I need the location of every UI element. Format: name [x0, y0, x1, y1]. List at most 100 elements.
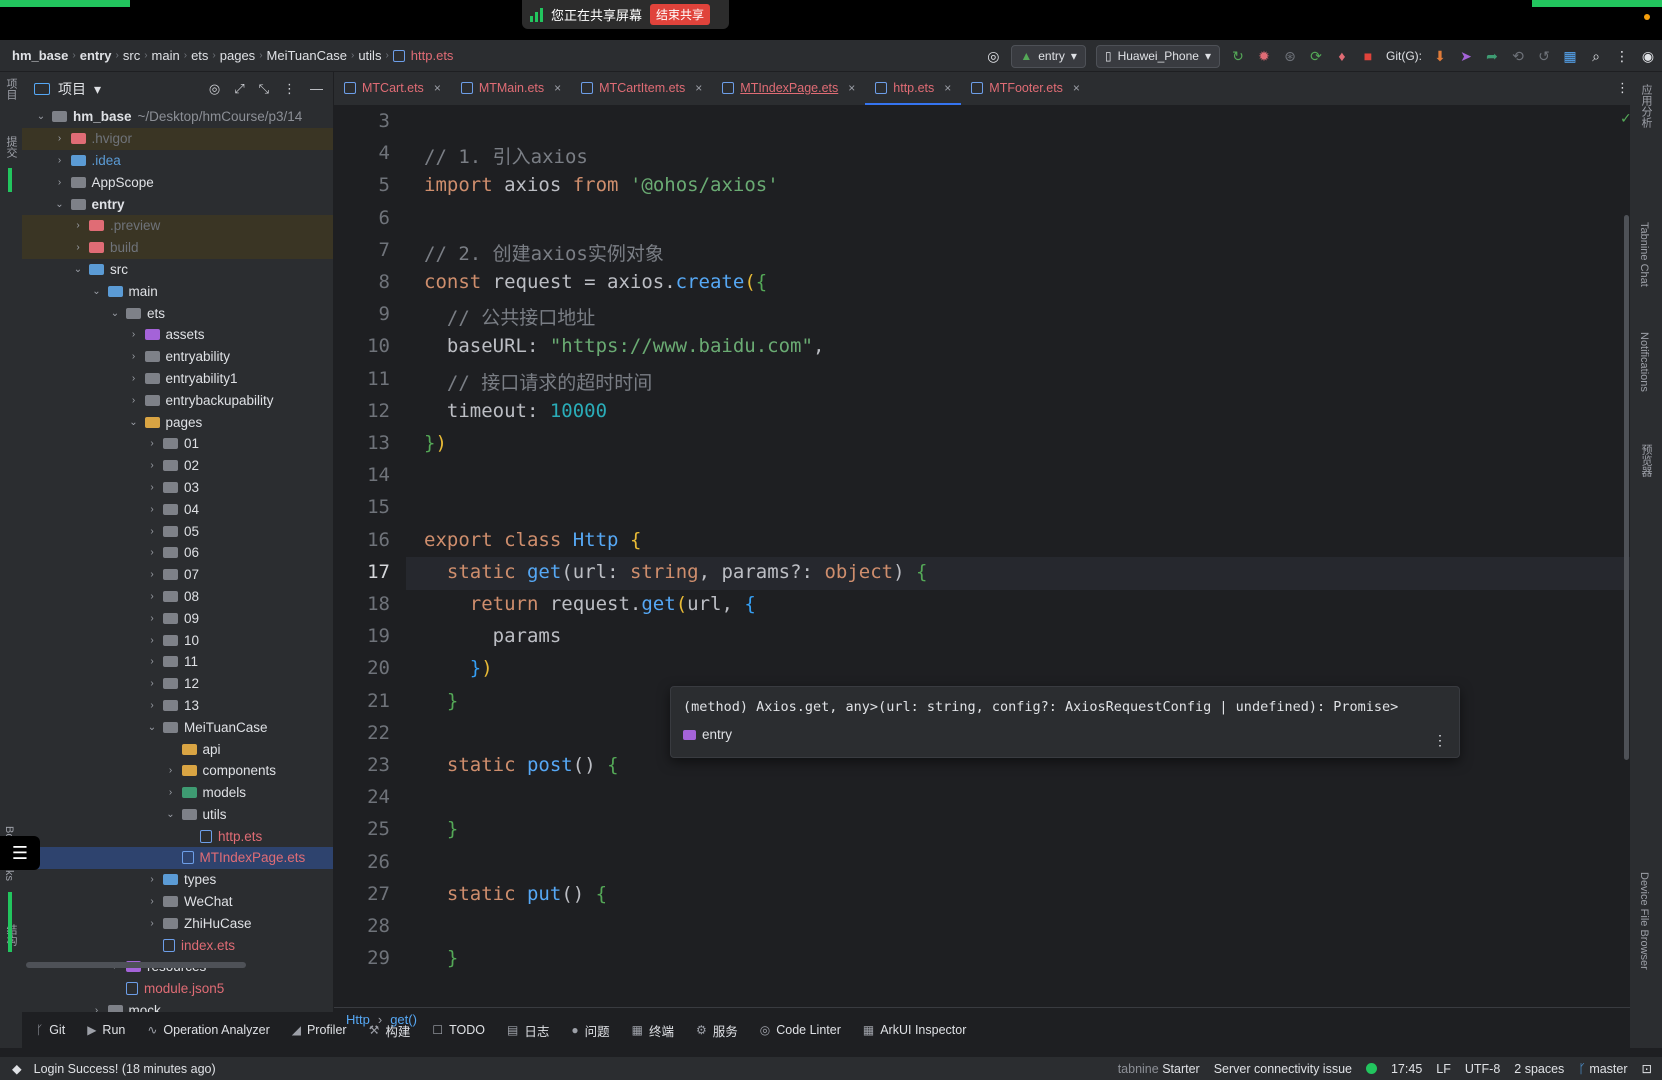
crumb-4[interactable]: ets: [191, 48, 208, 63]
chevron-right-icon[interactable]: ›: [71, 220, 85, 231]
device-select[interactable]: ▯ Huawei_Phone ▾: [1095, 44, 1220, 68]
structure-list-icon[interactable]: ☰: [0, 836, 40, 870]
git-commit-icon[interactable]: ➤: [1458, 48, 1474, 64]
chevron-right-icon[interactable]: ›: [145, 547, 159, 558]
chevron-right-icon[interactable]: ›: [145, 656, 159, 667]
rollback-icon[interactable]: ↺: [1536, 48, 1552, 64]
chevron-right-icon[interactable]: ›: [145, 613, 159, 624]
lock-icon[interactable]: ⊡: [1642, 1061, 1652, 1076]
stop-icon[interactable]: ■: [1360, 48, 1376, 64]
options-icon[interactable]: ⋮: [283, 81, 296, 97]
chevron-down-icon[interactable]: ⌄: [127, 417, 141, 428]
git-update-icon[interactable]: ⬇: [1432, 48, 1448, 64]
run-config-select[interactable]: ▲ entry ▾: [1011, 44, 1086, 68]
tree-item[interactable]: › components: [22, 760, 333, 782]
stop-share-button[interactable]: 结束共享: [650, 4, 711, 25]
tool-window-button[interactable]: ⚒ 构建: [369, 1021, 411, 1040]
tree-item[interactable]: ⌄ utils: [22, 804, 333, 826]
layout-icon[interactable]: ▦: [1562, 48, 1578, 64]
chevron-right-icon[interactable]: ›: [164, 765, 178, 776]
crumb-6[interactable]: MeiTuanCase: [267, 48, 347, 63]
chevron-right-icon[interactable]: ›: [145, 896, 159, 907]
tree-item[interactable]: › entryability1: [22, 368, 333, 390]
commit-tool-tab[interactable]: 提交: [3, 136, 19, 158]
chevron-right-icon[interactable]: ›: [71, 242, 85, 253]
tree-item[interactable]: › 07: [22, 564, 333, 586]
tool-window-button[interactable]: ◎ Code Linter: [760, 1023, 841, 1037]
crumb-current-file[interactable]: http.ets: [411, 48, 454, 63]
tree-item[interactable]: › 12: [22, 673, 333, 695]
tree-item[interactable]: › 01: [22, 433, 333, 455]
tool-window-button[interactable]: ● 问题: [571, 1021, 609, 1040]
tree-item[interactable]: › 08: [22, 586, 333, 608]
target-icon[interactable]: ◎: [985, 48, 1001, 64]
search-icon[interactable]: ⌕: [1588, 48, 1604, 64]
tree-item[interactable]: › entrybackupability: [22, 389, 333, 411]
crumb-1[interactable]: entry: [80, 48, 112, 63]
chevron-right-icon[interactable]: ›: [145, 918, 159, 929]
tree-item[interactable]: › types: [22, 869, 333, 891]
tree-item[interactable]: › 09: [22, 607, 333, 629]
editor-tab[interactable]: MTMain.ets ×: [451, 71, 571, 105]
tree-item[interactable]: › .idea: [22, 150, 333, 172]
profiler-icon[interactable]: ♦: [1334, 48, 1350, 64]
tree-item[interactable]: › 02: [22, 455, 333, 477]
chevron-right-icon[interactable]: ›: [127, 329, 141, 340]
tool-window-button[interactable]: ▤ 日志: [507, 1021, 549, 1040]
tool-window-button[interactable]: ◢ Profiler: [292, 1023, 347, 1037]
project-tool-tab[interactable]: 项目: [3, 78, 19, 100]
locate-icon[interactable]: ◎: [209, 81, 220, 97]
app-analysis-tool-tab[interactable]: 应用分析: [1638, 84, 1654, 128]
tree-item[interactable]: › AppScope: [22, 171, 333, 193]
crumb-2[interactable]: src: [123, 48, 140, 63]
chevron-down-icon[interactable]: ⌄: [145, 722, 159, 733]
chevron-right-icon[interactable]: ›: [127, 395, 141, 406]
rerun-icon[interactable]: ↻: [1230, 48, 1246, 64]
tool-window-button[interactable]: ▶ Run: [87, 1023, 125, 1037]
chevron-right-icon[interactable]: ›: [145, 482, 159, 493]
editor-tab[interactable]: MTIndexPage.ets ×: [712, 71, 865, 105]
tree-item[interactable]: › 04: [22, 498, 333, 520]
chevron-right-icon[interactable]: ›: [145, 635, 159, 646]
chevron-down-icon[interactable]: ⌄: [71, 264, 85, 275]
chevron-right-icon[interactable]: ›: [145, 591, 159, 602]
editor-tab[interactable]: http.ets ×: [865, 71, 962, 105]
tree-item[interactable]: MTIndexPage.ets: [22, 847, 333, 869]
tree-item[interactable]: › .hvigor: [22, 127, 333, 150]
chevron-down-icon[interactable]: ▾: [94, 81, 101, 98]
chevron-down-icon[interactable]: ⌄: [108, 308, 122, 319]
crumb-0[interactable]: hm_base: [12, 48, 68, 63]
cursor-time[interactable]: 17:45: [1391, 1062, 1422, 1076]
tree-item[interactable]: › 06: [22, 542, 333, 564]
close-icon[interactable]: ×: [1073, 81, 1080, 95]
tree-item[interactable]: module.json5: [22, 978, 333, 1000]
tree-item[interactable]: › assets: [22, 324, 333, 346]
history-icon[interactable]: ⟲: [1510, 48, 1526, 64]
tree-item[interactable]: › 05: [22, 520, 333, 542]
collapse-all-icon[interactable]: ⤡: [259, 81, 269, 97]
tree-item[interactable]: › ZhiHuCase: [22, 912, 333, 934]
chevron-right-icon[interactable]: ›: [53, 133, 67, 144]
tree-item[interactable]: › mock: [22, 1000, 333, 1012]
chevron-right-icon[interactable]: ›: [145, 438, 159, 449]
tree-item[interactable]: ⌄ pages: [22, 411, 333, 433]
chevron-right-icon[interactable]: ›: [127, 373, 141, 384]
editor-tab[interactable]: MTFooter.ets ×: [961, 71, 1090, 105]
chevron-down-icon[interactable]: ⌄: [53, 199, 67, 210]
expand-all-icon[interactable]: ⤢: [234, 81, 244, 97]
close-icon[interactable]: ×: [848, 81, 855, 95]
tree-item[interactable]: http.ets: [22, 825, 333, 847]
chevron-down-icon[interactable]: ⌄: [90, 286, 104, 297]
server-status[interactable]: Server connectivity issue: [1214, 1062, 1352, 1076]
indent-setting[interactable]: 2 spaces: [1514, 1062, 1564, 1076]
tool-window-button[interactable]: ∿ Operation Analyzer: [147, 1023, 269, 1037]
close-icon[interactable]: ×: [554, 81, 561, 95]
close-icon[interactable]: ×: [695, 81, 702, 95]
tree-item[interactable]: › build: [22, 236, 333, 259]
project-panel-title[interactable]: 项目: [58, 79, 86, 99]
tree-item[interactable]: ⌄ MeiTuanCase: [22, 716, 333, 738]
chevron-right-icon[interactable]: ›: [145, 569, 159, 580]
editor-scrollbar[interactable]: [1624, 215, 1629, 760]
tool-window-button[interactable]: ▦ ArkUI Inspector: [863, 1023, 966, 1037]
tree-item[interactable]: › 13: [22, 695, 333, 717]
